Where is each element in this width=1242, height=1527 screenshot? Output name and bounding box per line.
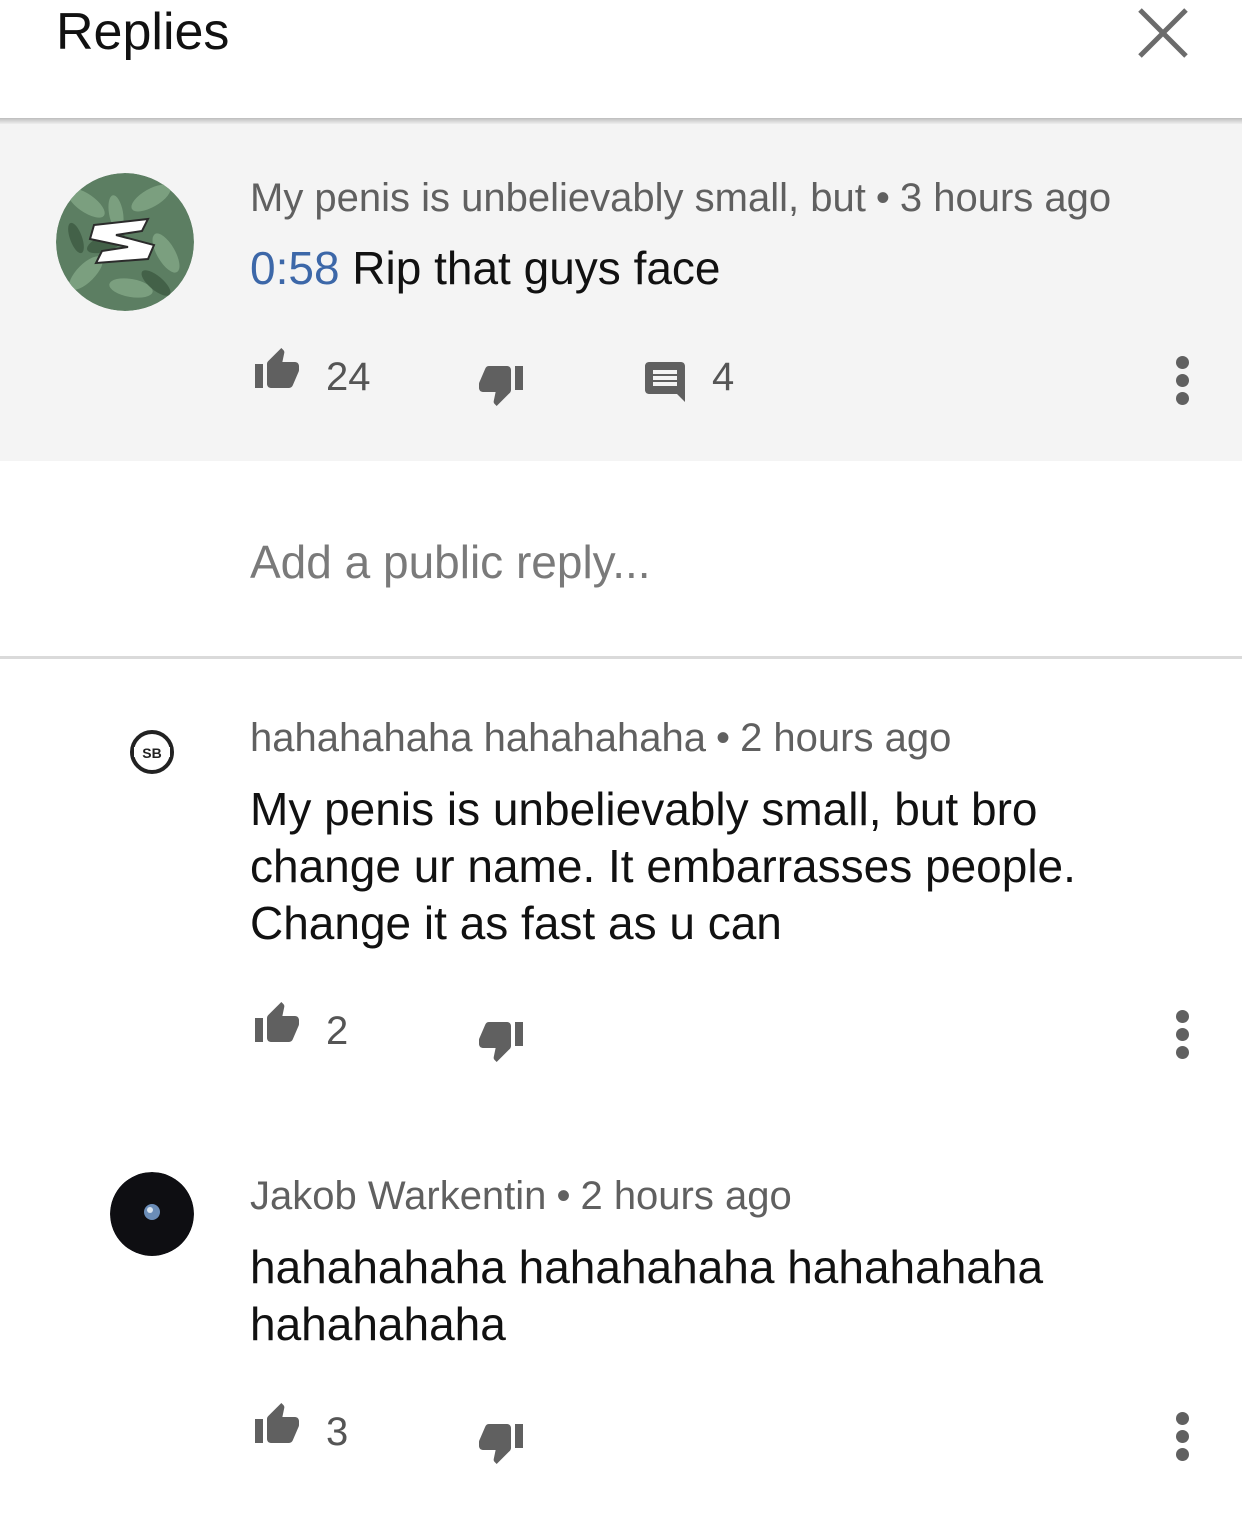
comment-body: hahahahaha hahahahaha hahahahaha hahahah… — [250, 1241, 1044, 1350]
author-name[interactable]: My penis is unbelievably small, but — [250, 176, 866, 220]
thumbs-up-icon — [255, 1002, 299, 1042]
logo-avatar-image: SB — [130, 730, 174, 774]
like-button[interactable] — [250, 1000, 304, 1048]
timestamp-link[interactable]: 0:58 — [250, 242, 340, 294]
earth-avatar-image — [110, 1172, 194, 1256]
meta-separator: • — [716, 716, 731, 760]
thumbs-down-icon — [479, 1424, 523, 1464]
like-button[interactable] — [250, 346, 304, 394]
like-count: 3 — [326, 1410, 349, 1454]
svg-text:SB: SB — [142, 745, 161, 761]
like-count: 2 — [326, 1009, 349, 1053]
comment-time[interactable]: 2 hours ago — [580, 1174, 791, 1218]
dislike-button[interactable] — [474, 1016, 528, 1064]
thumbs-up-icon — [255, 348, 299, 388]
avatar[interactable] — [56, 173, 194, 311]
replies-header: Replies — [0, 0, 1242, 118]
like-button[interactable] — [250, 1401, 304, 1449]
close-icon — [1138, 8, 1188, 58]
comment-meta: hahahahaha hahahahaha • 2 hours ago — [250, 714, 951, 762]
thumbs-down-icon — [479, 1022, 523, 1062]
avatar[interactable] — [110, 1172, 194, 1256]
meta-separator: • — [556, 1174, 571, 1218]
like-count: 24 — [326, 355, 371, 399]
divider — [0, 656, 1242, 659]
reply-input[interactable] — [250, 530, 1150, 594]
more-options-button[interactable] — [1168, 352, 1198, 412]
more-options-button[interactable] — [1168, 1408, 1198, 1468]
reply-count: 4 — [712, 355, 735, 399]
thumbs-down-icon — [479, 366, 523, 406]
avatar[interactable]: SB — [128, 728, 176, 776]
author-name[interactable]: Jakob Warkentin — [250, 1174, 546, 1218]
comment-time[interactable]: 3 hours ago — [900, 176, 1111, 220]
dislike-button[interactable] — [474, 1418, 528, 1466]
comment-meta: My penis is unbelievably small, but • 3 ho… — [250, 174, 1111, 222]
comment-meta: Jakob Warkentin • 2 hours ago — [250, 1172, 792, 1220]
header-title: Replies — [56, 3, 230, 61]
reply-button[interactable] — [640, 358, 690, 406]
thumbs-up-icon — [255, 1403, 299, 1443]
dislike-button[interactable] — [474, 360, 528, 408]
author-name[interactable]: hahahahaha hahahahaha — [250, 716, 706, 760]
comment-time[interactable]: 2 hours ago — [740, 716, 951, 760]
meta-separator: • — [875, 176, 890, 220]
comment-text: 0:58 Rip that guys face — [250, 240, 1150, 297]
more-options-button[interactable] — [1168, 1006, 1198, 1066]
comment-icon — [645, 362, 685, 402]
comment-body: My penis is unbelievably small, but bro … — [250, 783, 1076, 949]
close-button[interactable] — [1136, 6, 1190, 60]
leaf-avatar-image — [56, 173, 194, 311]
comment-body: Rip that guys face — [339, 242, 721, 294]
